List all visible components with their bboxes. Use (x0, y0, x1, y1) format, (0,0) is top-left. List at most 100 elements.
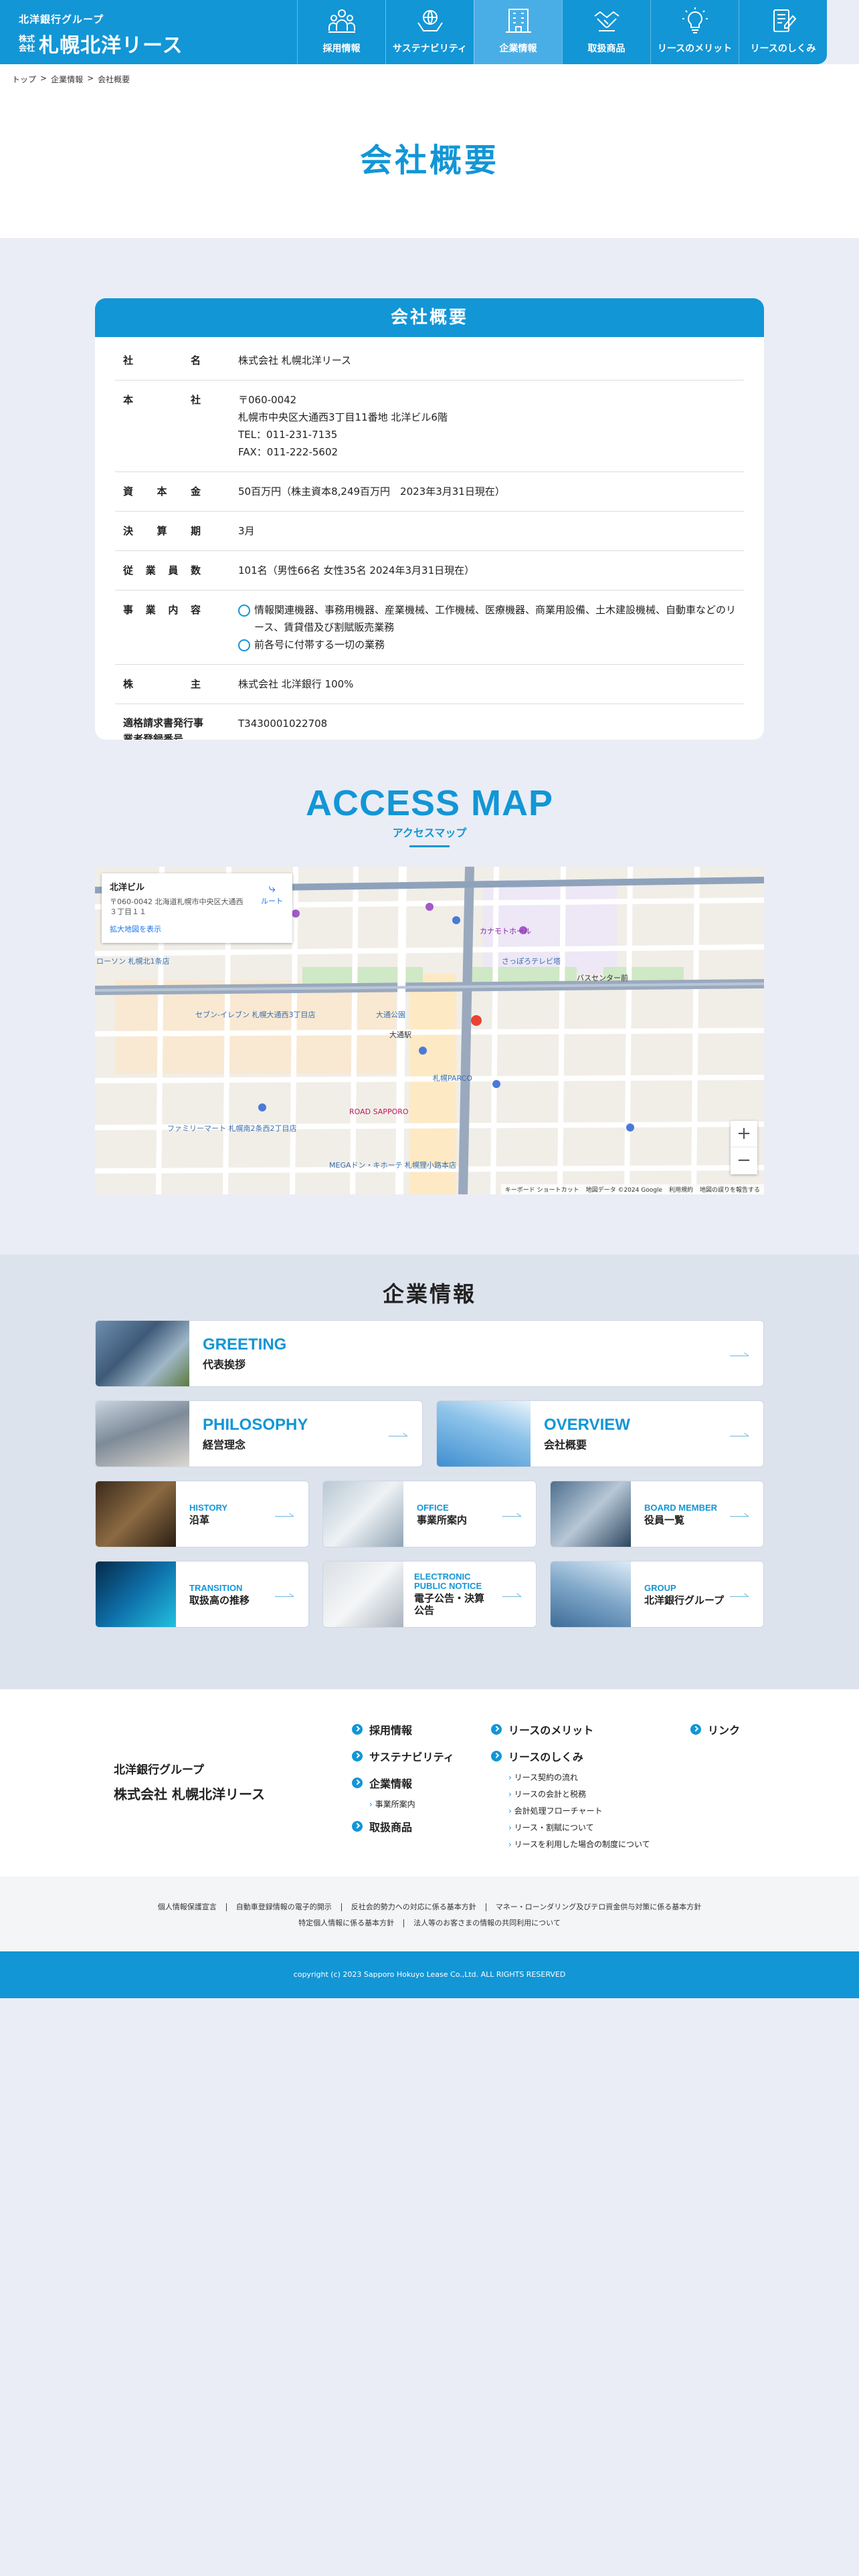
map-route-button[interactable]: ⤷ ルート (261, 881, 283, 906)
people-icon (328, 9, 355, 33)
photo-history (96, 1481, 176, 1547)
nav-label: サステナビリティ (393, 43, 467, 54)
arrow-right-icon (730, 1351, 749, 1356)
footer-link[interactable]: リースのしくみ (491, 1748, 650, 1764)
key-char: 算 (157, 525, 167, 537)
page-title: 会社概要 (359, 142, 499, 179)
arrow-right-icon (730, 1431, 749, 1436)
breadcrumb-top[interactable]: トップ (12, 74, 36, 85)
footer-sublink[interactable]: リースの会計と税務 (508, 1786, 650, 1803)
tile-office[interactable]: OFFICE 事業所案内 (322, 1481, 537, 1547)
map-footer-item[interactable]: キーボード ショートカット (505, 1185, 579, 1194)
photo-public-notice (323, 1562, 403, 1627)
photo-office (323, 1481, 403, 1547)
footer-link[interactable]: リースのメリット (491, 1721, 650, 1737)
map-label: さっぽろテレビ塔 (502, 957, 561, 966)
footer-link[interactable]: 企業情報 (352, 1775, 454, 1791)
map-footer-item[interactable]: 利用規約 (669, 1185, 693, 1194)
nav-merits[interactable]: リースのメリット (650, 0, 739, 64)
access-title: ACCESS MAP (305, 783, 554, 823)
nav-recruit[interactable]: 採用情報 (297, 0, 385, 64)
policy-link[interactable]: 反社会的勢力への対応に係る基本方針 (341, 1903, 486, 1911)
footer-sublink[interactable]: リースを利用した場合の制度について (508, 1836, 650, 1853)
key-char: 主 (190, 678, 201, 690)
chevron-circle-icon (491, 1724, 502, 1735)
tile-en: PHILOSOPHY (203, 1416, 308, 1434)
tile-history[interactable]: HISTORY 沿革 (95, 1481, 309, 1547)
footer-logo[interactable]: 北洋銀行グループ 株式会社 札幌北洋リース (114, 1760, 265, 1803)
footer-link-label: 企業情報 (369, 1778, 413, 1790)
tile-board[interactable]: BOARD MEMBER 役員一覧 (550, 1481, 764, 1547)
key-char: 事 (123, 604, 134, 616)
main-nav: 採用情報 サステナビリティ 企業情報 取扱商品 リースのメリット リースのしくみ (297, 0, 827, 64)
footer-link[interactable]: 採用情報 (352, 1721, 454, 1737)
tile-philosophy[interactable]: PHILOSOPHY 経営理念 (95, 1400, 423, 1467)
key-char: 本 (157, 486, 167, 498)
nav-company[interactable]: 企業情報 (474, 0, 562, 64)
footer-link[interactable]: リンク (690, 1721, 740, 1737)
key-char: 業 (145, 604, 156, 616)
row-fiscal: 決 算 期 3月 (115, 512, 744, 551)
tile-overview[interactable]: OVERVIEW 会社概要 (436, 1400, 764, 1467)
globe-hands-icon (417, 10, 443, 31)
key-char: 社 (190, 394, 201, 406)
tile-greeting[interactable]: GREETING 代表挨拶 (95, 1320, 764, 1387)
zoom-in-button[interactable]: + (731, 1121, 757, 1148)
tile-en: ELECTRONIC PUBLIC NOTICE (414, 1572, 482, 1591)
tile-ja: 沿革 (189, 1513, 210, 1526)
footer-policy-area (0, 1876, 859, 1951)
footer-link[interactable]: サステナビリティ (352, 1748, 454, 1764)
value: T3430001022708 (238, 718, 328, 730)
tile-ja: 北洋銀行グループ (644, 1594, 725, 1606)
google-map[interactable]: 大通公園 札幌PARCO さっぽろテレビ塔 バスセンター前 ローソン 札幌北1条… (95, 867, 764, 1194)
site-logo[interactable]: 北洋銀行グループ 株式会社 札幌北洋リース (19, 12, 183, 58)
access-subtitle: アクセスマップ (392, 827, 467, 839)
map-label: ローソン 札幌北1条店 (96, 956, 170, 966)
map-label: バスセンター前 (577, 973, 628, 982)
tile-public-notice[interactable]: ELECTRONIC PUBLIC NOTICE 電子公告・決算公告 (322, 1561, 537, 1628)
footer-sublink[interactable]: リース・割賦について (508, 1820, 650, 1836)
map-label: 札幌PARCO (433, 1073, 472, 1083)
hq-tel[interactable]: TEL：011-231-7135 (238, 426, 736, 443)
tile-group[interactable]: GROUP 北洋銀行グループ (550, 1561, 764, 1628)
breadcrumb-sep: > (40, 74, 47, 83)
footer-sublink[interactable]: リース契約の流れ (508, 1769, 650, 1786)
access-underline (409, 845, 450, 847)
zoom-out-button[interactable]: − (731, 1148, 757, 1174)
photo-group (551, 1562, 631, 1627)
footer-sublink[interactable]: 会計処理フローチャート (508, 1803, 650, 1820)
tile-ja: 取扱高の推移 (189, 1594, 250, 1606)
route-icon: ⤷ (268, 881, 276, 895)
policy-link[interactable]: 特定個人情報に係る基本方針 (289, 1919, 403, 1927)
tile-ja: 事業所案内 (417, 1513, 468, 1526)
nav-mechanism[interactable]: リースのしくみ (739, 0, 827, 64)
policy-link[interactable]: 法人等のお客さまの情報の共同利用について (403, 1919, 570, 1927)
row-capital: 資 本 金 50百万円（株主資本8,249百万円 2023年3月31日現在） (115, 472, 744, 512)
row-shareholder: 株 主 株式会社 北洋銀行 100% (115, 665, 744, 704)
nav-label: リースのメリット (657, 43, 733, 54)
nav-products[interactable]: 取扱商品 (562, 0, 650, 64)
tile-ja: 代表挨拶 (203, 1358, 246, 1371)
map-footer-item[interactable]: 地図の誤りを報告する (700, 1185, 760, 1194)
footer-col-3: リンク (690, 1721, 740, 1748)
lightbulb-icon (682, 7, 708, 33)
footer-link[interactable]: 取扱商品 (352, 1818, 454, 1834)
map-label: ROAD SAPPORO (349, 1107, 409, 1116)
map-label: 大通公園 (376, 1010, 405, 1019)
tile-transition[interactable]: TRANSITION 取扱高の推移 (95, 1561, 309, 1628)
policy-link[interactable]: 自動車登録情報の電子的開示 (225, 1903, 341, 1911)
map-enlarge-link[interactable]: 拡大地図を表示 (110, 924, 284, 934)
photo-greeting (96, 1321, 189, 1386)
policy-link[interactable]: マネー・ローンダリング及びテロ資金供与対策に係る基本方針 (485, 1903, 710, 1911)
breadcrumb-company[interactable]: 企業情報 (51, 74, 83, 85)
policy-link[interactable]: 個人情報保護宣言 (149, 1903, 226, 1911)
value: 101名（男性66名 女性35名 2024年3月31日現在） (238, 564, 475, 576)
key-char: 従 (123, 564, 134, 576)
key-char: 資 (123, 486, 134, 498)
map-place-address: 〒060-0042 北海道札幌市中央区大通西３丁目１１ (110, 897, 244, 916)
photo-overview (437, 1401, 531, 1467)
logo-group: 北洋銀行グループ (19, 13, 104, 25)
footer-sublink[interactable]: 事業所案内 (369, 1796, 454, 1813)
nav-sustainability[interactable]: サステナビリティ (385, 0, 474, 64)
policy-links-2: 特定個人情報に係る基本方針 法人等のお客さまの情報の共同利用について (0, 1919, 859, 1927)
